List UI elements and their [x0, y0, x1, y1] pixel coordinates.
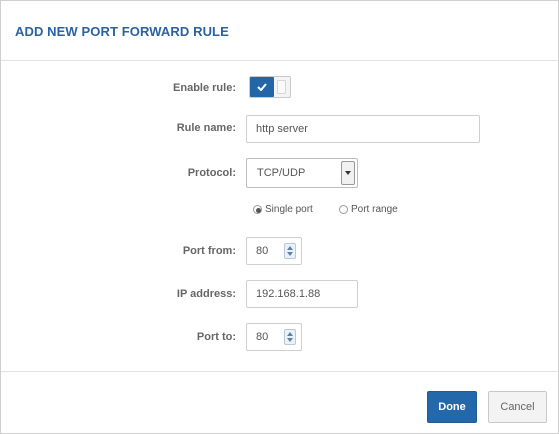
single-port-radio[interactable] — [253, 204, 262, 214]
enable-rule-label: Enable rule: — [173, 82, 236, 94]
toggle-knob — [277, 80, 286, 94]
ip-address-input[interactable]: 192.168.1.88 — [246, 280, 358, 308]
rule-name-input[interactable]: http server — [246, 115, 480, 143]
port-to-label: Port to: — [196, 331, 236, 343]
cancel-button[interactable]: Cancel — [488, 391, 547, 423]
footer-divider — [1, 371, 558, 372]
single-port-label: Single port — [265, 204, 313, 215]
protocol-value: TCP/UDP — [257, 167, 306, 179]
enable-rule-toggle[interactable] — [249, 76, 291, 98]
port-range-radio[interactable] — [339, 204, 348, 214]
port-to-spinner[interactable]: 80 — [246, 323, 302, 351]
port-from-spinner[interactable]: 80 — [246, 237, 302, 265]
protocol-select[interactable]: TCP/UDP — [246, 158, 358, 188]
single-port-option[interactable]: Single port — [253, 204, 313, 215]
port-to-value: 80 — [256, 331, 269, 343]
dialog-header: ADD NEW PORT FORWARD RULE — [1, 1, 558, 61]
rule-name-label: Rule name: — [176, 122, 236, 134]
ip-address-label: IP address: — [176, 288, 236, 300]
protocol-label: Protocol: — [187, 167, 236, 179]
checkmark-icon — [257, 83, 267, 91]
port-forward-dialog: ADD NEW PORT FORWARD RULE Enable rule: R… — [0, 0, 559, 434]
port-range-option[interactable]: Port range — [339, 204, 398, 215]
done-button[interactable]: Done — [427, 391, 477, 423]
port-range-label: Port range — [351, 204, 398, 215]
port-from-value: 80 — [256, 245, 269, 257]
toggle-on-state — [250, 77, 274, 97]
dialog-title: ADD NEW PORT FORWARD RULE — [15, 24, 229, 39]
spinner-arrows-icon[interactable] — [284, 243, 296, 259]
port-from-label: Port from: — [182, 245, 236, 257]
chevron-down-icon[interactable] — [341, 161, 355, 185]
spinner-arrows-icon[interactable] — [284, 329, 296, 345]
